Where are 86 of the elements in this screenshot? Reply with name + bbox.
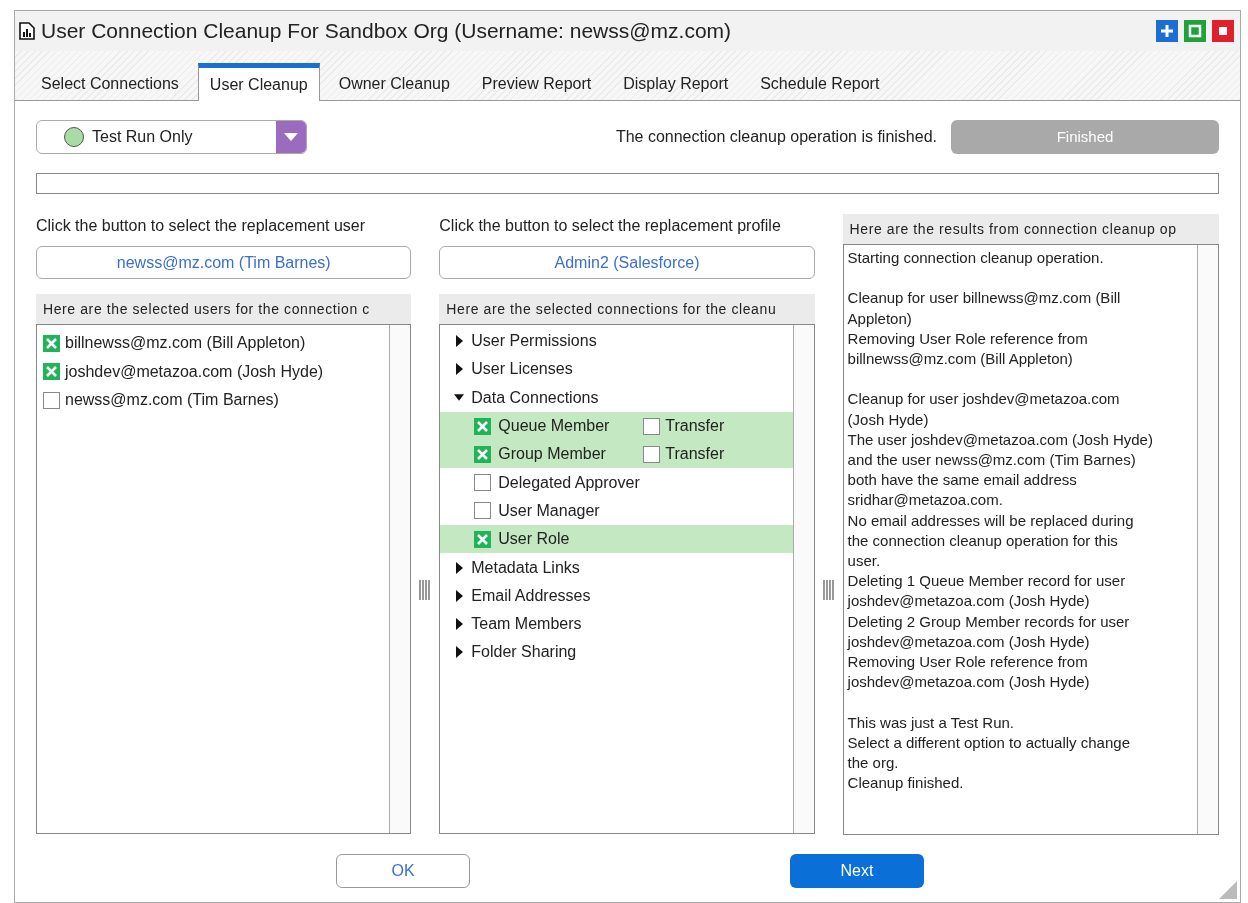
checkbox[interactable] (474, 502, 492, 520)
maximize-icon[interactable] (1184, 20, 1206, 42)
log-line: joshdev@metazoa.com (Josh Hyde) (847, 591, 1091, 612)
prompt-label: Click the button to select the replacement profile (439, 216, 782, 236)
tree-item[interactable]: Data Connections (471, 385, 599, 410)
tab[interactable]: Schedule Report (746, 67, 894, 100)
tab[interactable]: User Cleanup (197, 63, 320, 101)
prompt-label: Click the button to select the replacement user (36, 216, 367, 236)
add-icon[interactable] (1156, 20, 1178, 42)
log-line: Removing User Role reference from (847, 652, 1089, 673)
replacement-profile-button[interactable]: Admin2 (Salesforce) (439, 246, 815, 279)
checkbox-label: Transfer (665, 416, 725, 437)
log-line: The user joshdev@metazoa.com (Josh Hyde) (847, 429, 1154, 450)
log-line: Cleanup finished. (847, 773, 965, 794)
ok-button[interactable]: OK (336, 854, 470, 888)
collapse-triangle-icon[interactable] (454, 394, 465, 402)
log-line: Cleanup for user billnewss@mz.com (Bill (847, 288, 1122, 309)
log-line: (Josh Hyde) (847, 409, 930, 430)
log-line: joshdev@metazoa.com (Josh Hyde) (847, 631, 1091, 652)
checkbox-label: Transfer (665, 444, 725, 465)
checkbox[interactable] (474, 474, 492, 492)
checkbox[interactable] (474, 445, 492, 463)
next-button[interactable]: Next (790, 854, 924, 888)
mode-dropdown[interactable]: Test Run Only (36, 120, 307, 154)
checkbox[interactable] (474, 417, 492, 435)
log-line: both have the same email address (847, 470, 1078, 491)
selected-row[interactable]: Queue Member Transfer (440, 411, 793, 441)
expand-triangle-icon[interactable] (454, 589, 465, 602)
user-item[interactable]: newss@mz.com (Tim Barnes) (65, 388, 279, 413)
panel-header: Here are the results from connection cleanup op (849, 219, 1177, 239)
log-line: Cleanup for user joshdev@metazoa.com (847, 389, 1121, 410)
expand-triangle-icon[interactable] (454, 618, 465, 631)
log-line: Removing User Role reference from (847, 328, 1089, 349)
replacement-user-button[interactable]: newss@mz.com (Tim Barnes) (36, 246, 412, 279)
selected-row[interactable]: User Role (440, 525, 793, 554)
log-line: Deleting 1 Queue Member record for user (847, 571, 1127, 592)
log-line: No email addresses will be replaced during (847, 510, 1135, 531)
tree-item[interactable]: Metadata Links (471, 555, 580, 580)
tab[interactable]: Preview Report (467, 67, 606, 100)
log-line: Deleting 2 Group Member records for user (847, 611, 1131, 632)
report-icon (19, 22, 35, 40)
tree-item-label: Group Member (498, 444, 607, 465)
log-line: the connection cleanup operation for this (847, 530, 1119, 551)
log-line: joshdev@metazoa.com (Josh Hyde) (847, 672, 1091, 693)
tree-item[interactable]: User Permissions (471, 329, 597, 354)
expand-triangle-icon[interactable] (454, 646, 465, 659)
resize-grip-icon[interactable] (1219, 881, 1237, 899)
log-line: billnewss@mz.com (Bill Appleton) (847, 349, 1074, 369)
tree-item[interactable]: Folder Sharing (471, 640, 577, 665)
panel-header: Here are the selected connections for the cleanu (446, 299, 777, 319)
window-title: User Connection Cleanup For Sandbox Org (Username: newss@mz.com) (41, 18, 732, 45)
user-item[interactable]: joshdev@metazoa.com (Josh Hyde) (65, 359, 324, 384)
log-line: This was just a Test Run. (847, 712, 1016, 733)
log-line: and the user newss@mz.com (Tim Barnes) (847, 450, 1137, 470)
expand-triangle-icon[interactable] (454, 363, 465, 376)
tab[interactable]: Display Report (609, 67, 743, 100)
splitter-handle-icon[interactable] (419, 579, 432, 600)
expand-triangle-icon[interactable] (454, 335, 465, 348)
checkbox[interactable] (643, 445, 661, 463)
selected-row[interactable]: Group Member Transfer (440, 440, 793, 469)
expand-triangle-icon[interactable] (454, 561, 465, 574)
splitter-handle-icon[interactable] (822, 579, 835, 600)
tree-item[interactable]: Email Addresses (471, 583, 591, 608)
log-line: sridhar@metazoa.com. (847, 490, 1004, 511)
tree-item-label: User Role (498, 529, 571, 550)
tree-item-label: User Manager (498, 500, 601, 521)
checkbox[interactable] (43, 363, 60, 381)
tab[interactable]: Select Connections (27, 67, 193, 100)
log-line: Select a different option to actually change (847, 732, 1131, 753)
checkbox[interactable] (43, 391, 60, 409)
tree-item-label: Queue Member (498, 416, 611, 437)
log-line: Appleton) (847, 308, 913, 329)
log-line: the org. (847, 753, 900, 774)
log-line: Starting connection cleanup operation. (847, 248, 1105, 268)
caret-icon (276, 121, 306, 153)
checkbox[interactable] (43, 334, 60, 352)
log-line: user. (847, 551, 882, 571)
status-message: The connection cleanup operation is finished. (615, 127, 937, 147)
panel-header: Here are the selected users for the connection c (43, 299, 370, 319)
tree-item[interactable]: User Licenses (471, 357, 573, 382)
checkbox[interactable] (643, 417, 661, 435)
tab[interactable]: Owner Cleanup (324, 67, 464, 100)
tree-item[interactable]: Team Members (471, 612, 582, 637)
user-item[interactable]: billnewss@mz.com (Bill Appleton) (65, 331, 306, 356)
checkbox[interactable] (474, 530, 492, 548)
close-icon[interactable] (1212, 20, 1234, 42)
